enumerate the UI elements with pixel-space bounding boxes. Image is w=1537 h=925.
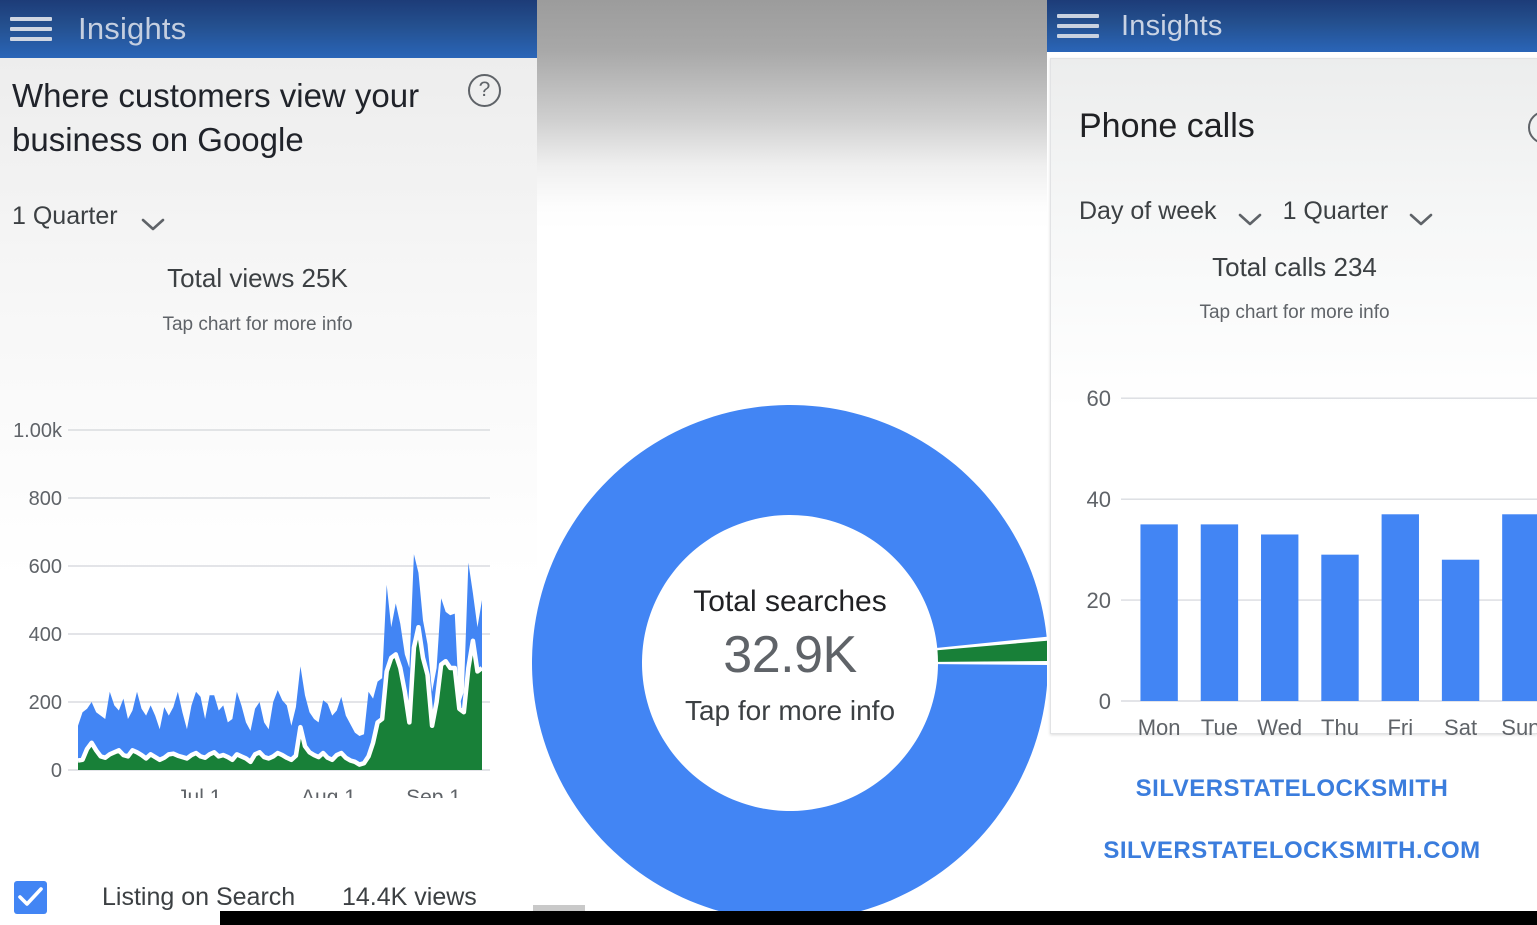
right-period-dropdown[interactable]: 1 Quarter <box>1282 197 1433 226</box>
brand-name: SILVERSTATELOCKSMITH <box>1135 775 1449 802</box>
svg-text:200: 200 <box>29 692 62 714</box>
phone-calls-card: Phone calls ? Day of week 1 Quarter T <box>1050 58 1537 740</box>
svg-text:Mon: Mon <box>1138 715 1181 740</box>
branding-block: SILVERSTATELOCKSMITH SILVERSTATELOCKSMIT… <box>1047 775 1537 865</box>
svg-text:Tue: Tue <box>1201 715 1238 740</box>
svg-text:Aug 1: Aug 1 <box>301 786 356 798</box>
svg-text:1.00k: 1.00k <box>13 420 63 442</box>
right-app-title: Insights <box>1121 9 1223 42</box>
checkbox-checked-icon[interactable] <box>14 880 47 914</box>
views-area-chart[interactable]: 0 200 400 600 800 1.00k Jul 1 Aug 1 Sep 1 <box>0 358 520 809</box>
phone-calls-bar-chart[interactable]: 0 20 40 60 Mon Tue Wed Thu Fri Sat Sun <box>1051 349 1537 749</box>
right-period-label: 1 Quarter <box>1282 197 1389 225</box>
svg-text:Wed: Wed <box>1257 715 1302 740</box>
svg-text:400: 400 <box>29 624 62 646</box>
day-of-week-dropdown[interactable]: Day of week <box>1079 197 1261 226</box>
left-total-views: Total views 25K <box>167 263 348 293</box>
svg-text:Fri: Fri <box>1387 715 1413 740</box>
center-backdrop <box>537 0 1048 230</box>
left-panel: Where customers view your business on Go… <box>0 58 537 925</box>
right-filter-row: Day of week 1 Quarter <box>1079 197 1433 226</box>
right-total-calls: Total calls 234 <box>1212 252 1377 282</box>
left-period-dropdown[interactable]: 1 Quarter <box>12 202 164 231</box>
hamburger-menu-icon[interactable] <box>1057 14 1099 38</box>
legend-label: Listing on Search <box>102 882 296 911</box>
svg-text:Jul 1: Jul 1 <box>177 786 221 798</box>
left-chart-hint: Tap chart for more info <box>162 314 353 335</box>
svg-text:60: 60 <box>1087 386 1111 411</box>
svg-text:800: 800 <box>29 488 62 510</box>
right-chart-hint: Tap chart for more info <box>1199 302 1390 323</box>
left-page-title: Where customers view your business on Go… <box>12 77 420 158</box>
right-app-bar: Insights <box>1047 0 1537 52</box>
left-period-label: 1 Quarter <box>12 202 118 230</box>
svg-text:Thu: Thu <box>1321 715 1359 740</box>
screen: Insights Where customers view your busin… <box>0 0 1537 925</box>
svg-text:Sun: Sun <box>1501 715 1537 740</box>
help-icon[interactable]: ? <box>1528 111 1537 144</box>
svg-text:40: 40 <box>1087 487 1111 512</box>
hamburger-menu-icon[interactable] <box>10 17 52 41</box>
svg-text:20: 20 <box>1087 588 1111 613</box>
group-filter-label: Day of week <box>1079 197 1217 225</box>
right-page-title: Phone calls <box>1079 107 1255 145</box>
svg-text:600: 600 <box>29 556 62 578</box>
svg-text:Sat: Sat <box>1444 715 1477 740</box>
svg-text:0: 0 <box>51 760 62 782</box>
brand-website: SILVERSTATELOCKSMITH.COM <box>1103 837 1481 864</box>
legend-value: 14.4K views <box>342 882 477 911</box>
total-searches-donut-chart[interactable] <box>530 403 1055 925</box>
left-app-bar: Insights <box>0 0 537 58</box>
bottom-black-bar <box>220 911 1537 925</box>
svg-text:Sep 1: Sep 1 <box>406 786 461 798</box>
left-app-title: Insights <box>78 11 187 46</box>
help-icon[interactable]: ? <box>468 74 501 107</box>
svg-text:0: 0 <box>1099 689 1111 714</box>
